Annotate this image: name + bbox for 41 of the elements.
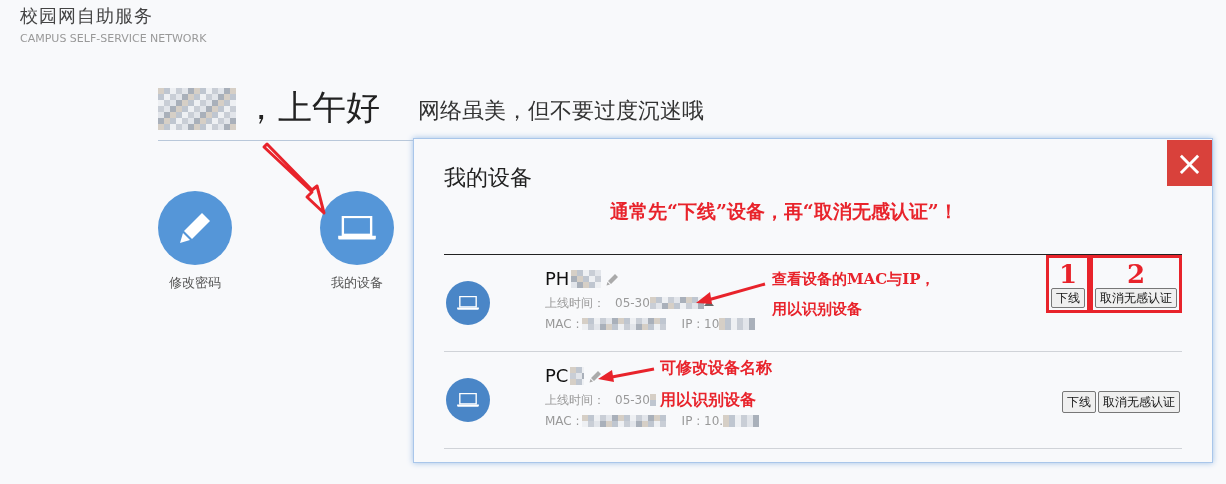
edit-icon[interactable] (589, 369, 603, 383)
offline-button[interactable]: 下线 (1051, 288, 1085, 308)
arrow (696, 282, 766, 304)
device-name: PH (545, 268, 570, 290)
offline-button[interactable]: 下线 (1062, 391, 1096, 413)
mac-address: MAC : (545, 316, 580, 332)
pencil-icon (178, 211, 212, 245)
laptop-icon (457, 296, 479, 310)
pixelated-redaction (649, 297, 704, 309)
login-time: 05-30 (615, 295, 650, 311)
pixelated-redaction (723, 415, 760, 427)
greeting-text: ，上午好 (244, 86, 380, 129)
close-button[interactable]: × (1167, 140, 1212, 186)
annotation-text: 可修改设备名称 (660, 357, 772, 379)
field-label: 上线时间： (545, 392, 605, 408)
cancel-auth-button[interactable]: 取消无感认证 (1095, 288, 1177, 308)
laptop-icon (338, 216, 376, 240)
pixelated-redaction (570, 367, 585, 385)
annotation-text: 通常先“下线”设备，再“取消无感认证”！ (610, 199, 958, 224)
dialog-title: 我的设备 (444, 164, 532, 192)
login-time: 05-30 (615, 392, 650, 408)
laptop-icon (457, 393, 479, 407)
mac-address: MAC : (545, 413, 580, 429)
slogan-text: 网络虽美，但不要过度沉迷哦 (418, 97, 704, 125)
field-label: 上线时间： (545, 295, 605, 311)
site-subtitle: CAMPUS SELF-SERVICE NETWORK (20, 31, 207, 47)
cancel-auth-button[interactable]: 取消无感认证 (1098, 391, 1180, 413)
step-number: 1 (1058, 260, 1078, 288)
edit-icon[interactable] (606, 272, 620, 286)
annotation-text: 用以识别设备 (772, 299, 863, 320)
pixelated-redaction (571, 270, 602, 288)
device-name: PC (545, 365, 569, 387)
ip-address: IP : 10 (681, 316, 720, 332)
pixelated-redaction (649, 394, 656, 406)
site-title: 校园网自助服务 (20, 4, 154, 28)
annotation-text: 查看设备的MAC与IP， (772, 269, 936, 290)
annotation-text: 用以识别设备 (660, 389, 757, 411)
ip-address: IP : 10. (681, 413, 724, 429)
step-number: 2 (1126, 260, 1146, 288)
pixelated-redaction (719, 318, 756, 330)
arrow (598, 367, 655, 382)
